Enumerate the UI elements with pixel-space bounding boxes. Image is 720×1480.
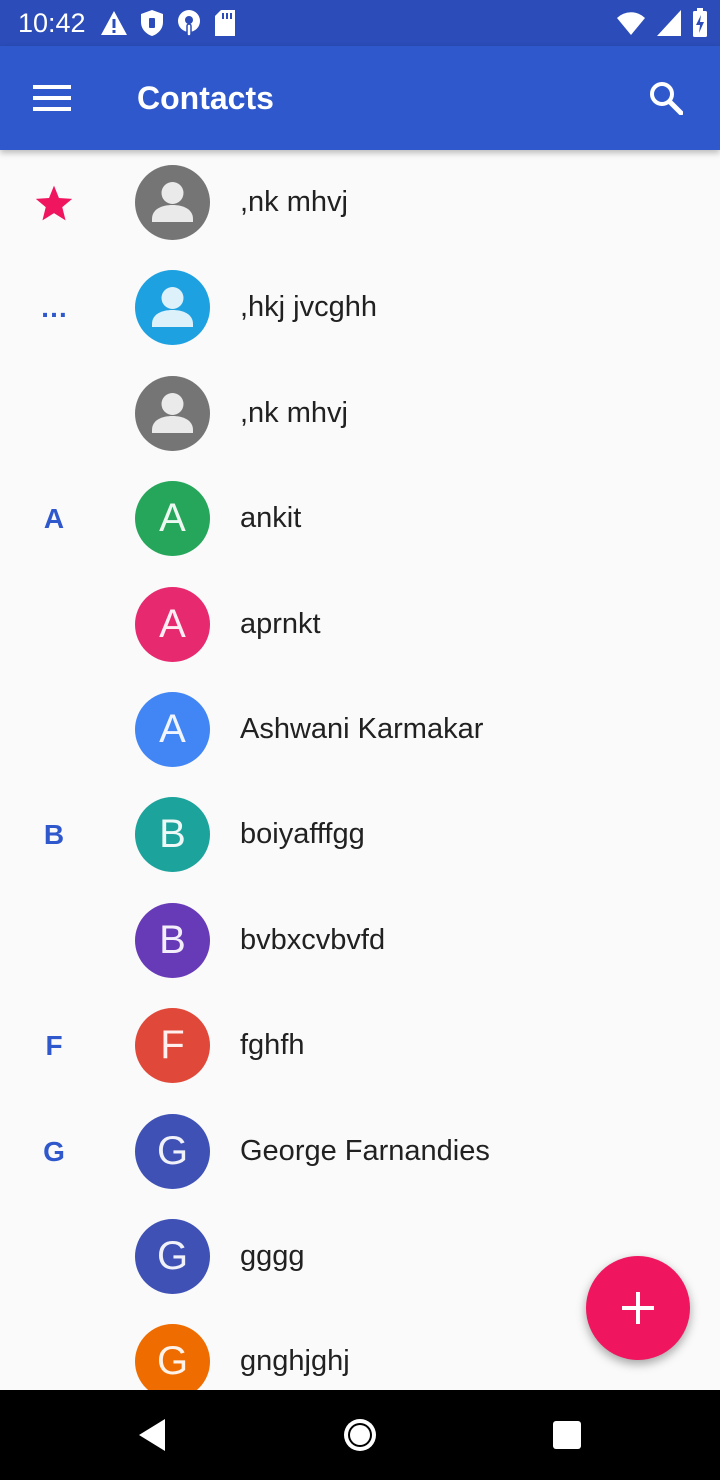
podcast-icon	[178, 10, 200, 37]
add-icon	[622, 1292, 654, 1324]
navigation-bar	[0, 1390, 720, 1480]
contact-name: ,nk mhvj	[240, 186, 348, 218]
letter-avatar: A	[135, 481, 210, 556]
section-header-letter	[0, 677, 108, 782]
status-system-icons	[616, 6, 708, 40]
contact-name: ankit	[240, 502, 302, 534]
contact-list[interactable]: ,nk mhvj … ,hkj jvcghh ,nk mhvj A Aankit Aaprn…	[0, 150, 720, 1390]
letter-avatar: G	[135, 1219, 210, 1294]
section-header-letter: G	[43, 1135, 65, 1167]
contact-name: gnghjghj	[240, 1345, 350, 1377]
person-avatar-icon	[135, 376, 210, 451]
battery-icon	[693, 8, 707, 37]
home-icon	[344, 1419, 376, 1451]
contact-name: ,hkj jvcghh	[240, 291, 378, 323]
avatar-letter: F	[160, 1023, 185, 1067]
contact-name: gggg	[240, 1240, 305, 1272]
avatar-letter: B	[159, 918, 186, 962]
add-contact-button[interactable]	[586, 1256, 690, 1360]
search-button[interactable]	[634, 72, 698, 124]
contact-row[interactable]: G G George Farnandies	[0, 1099, 720, 1204]
recents-button[interactable]	[537, 1410, 597, 1460]
contact-name: George Farnandies	[240, 1135, 490, 1167]
person-avatar-icon	[135, 270, 210, 345]
section-header-letter: …	[40, 291, 68, 323]
recents-icon	[553, 1421, 581, 1449]
contact-row[interactable]: A Aankit	[0, 466, 720, 571]
letter-avatar: G	[135, 1114, 210, 1189]
hamburger-menu-icon	[33, 85, 71, 111]
section-header-letter	[0, 1204, 108, 1309]
sd-card-icon	[215, 10, 235, 36]
contact-name: bvbxcvbvfd	[240, 924, 386, 956]
avatar-letter: A	[159, 496, 186, 540]
letter-avatar: B	[135, 797, 210, 872]
person-avatar-icon	[135, 165, 210, 240]
star-icon	[0, 150, 108, 255]
section-header-letter	[0, 361, 108, 466]
avatar-letter: G	[156, 1339, 189, 1383]
menu-button[interactable]	[20, 72, 84, 124]
avatar-letter: A	[159, 707, 186, 751]
avatar-letter: G	[156, 1234, 189, 1278]
back-icon	[139, 1419, 165, 1451]
section-header-letter: A	[43, 502, 65, 534]
status-notification-icons	[100, 8, 236, 38]
page-title: Contacts	[137, 80, 274, 116]
status-time: 10:42	[18, 8, 86, 38]
letter-avatar: A	[135, 692, 210, 767]
section-header-letter	[0, 572, 108, 677]
section-header-letter: F	[45, 1029, 63, 1061]
contact-name: boiyafffgg	[240, 818, 365, 850]
contact-row[interactable]: A Ashwani Karmakar	[0, 677, 720, 782]
app-bar: Contacts	[0, 46, 720, 150]
section-header-letter: B	[43, 818, 65, 850]
search-icon	[650, 82, 683, 115]
contact-name: aprnkt	[240, 608, 321, 640]
contact-row[interactable]: B Bboiyafffgg	[0, 782, 720, 887]
contact-row[interactable]: F Ffghfh	[0, 993, 720, 1098]
letter-avatar: B	[135, 903, 210, 978]
avatar-letter: A	[159, 602, 186, 646]
section-header-letter	[0, 1309, 108, 1390]
section-header-letter	[0, 888, 108, 993]
letter-avatar: F	[135, 1008, 210, 1083]
contact-name: Ashwani Karmakar	[240, 713, 484, 745]
contact-name: fghfh	[240, 1029, 305, 1061]
cell-signal-icon	[657, 10, 681, 36]
avatar-letter: G	[156, 1129, 189, 1173]
contact-row[interactable]: Aaprnkt	[0, 572, 720, 677]
avatar-letter: B	[159, 812, 186, 856]
home-button[interactable]	[330, 1410, 390, 1460]
letter-avatar: G	[135, 1324, 210, 1390]
status-bar: 10:42	[0, 0, 720, 46]
letter-avatar: A	[135, 587, 210, 662]
shield-icon	[141, 10, 163, 36]
contact-row[interactable]: Bbvbxcvbvfd	[0, 888, 720, 993]
warning-icon	[101, 11, 127, 35]
contact-row[interactable]: … ,hkj jvcghh	[0, 255, 720, 360]
contact-row[interactable]: ,nk mhvj	[0, 150, 720, 255]
contact-row[interactable]: ,nk mhvj	[0, 361, 720, 466]
wifi-icon	[617, 12, 645, 35]
back-button[interactable]	[122, 1410, 182, 1460]
contact-name: ,nk mhvj	[240, 397, 348, 429]
